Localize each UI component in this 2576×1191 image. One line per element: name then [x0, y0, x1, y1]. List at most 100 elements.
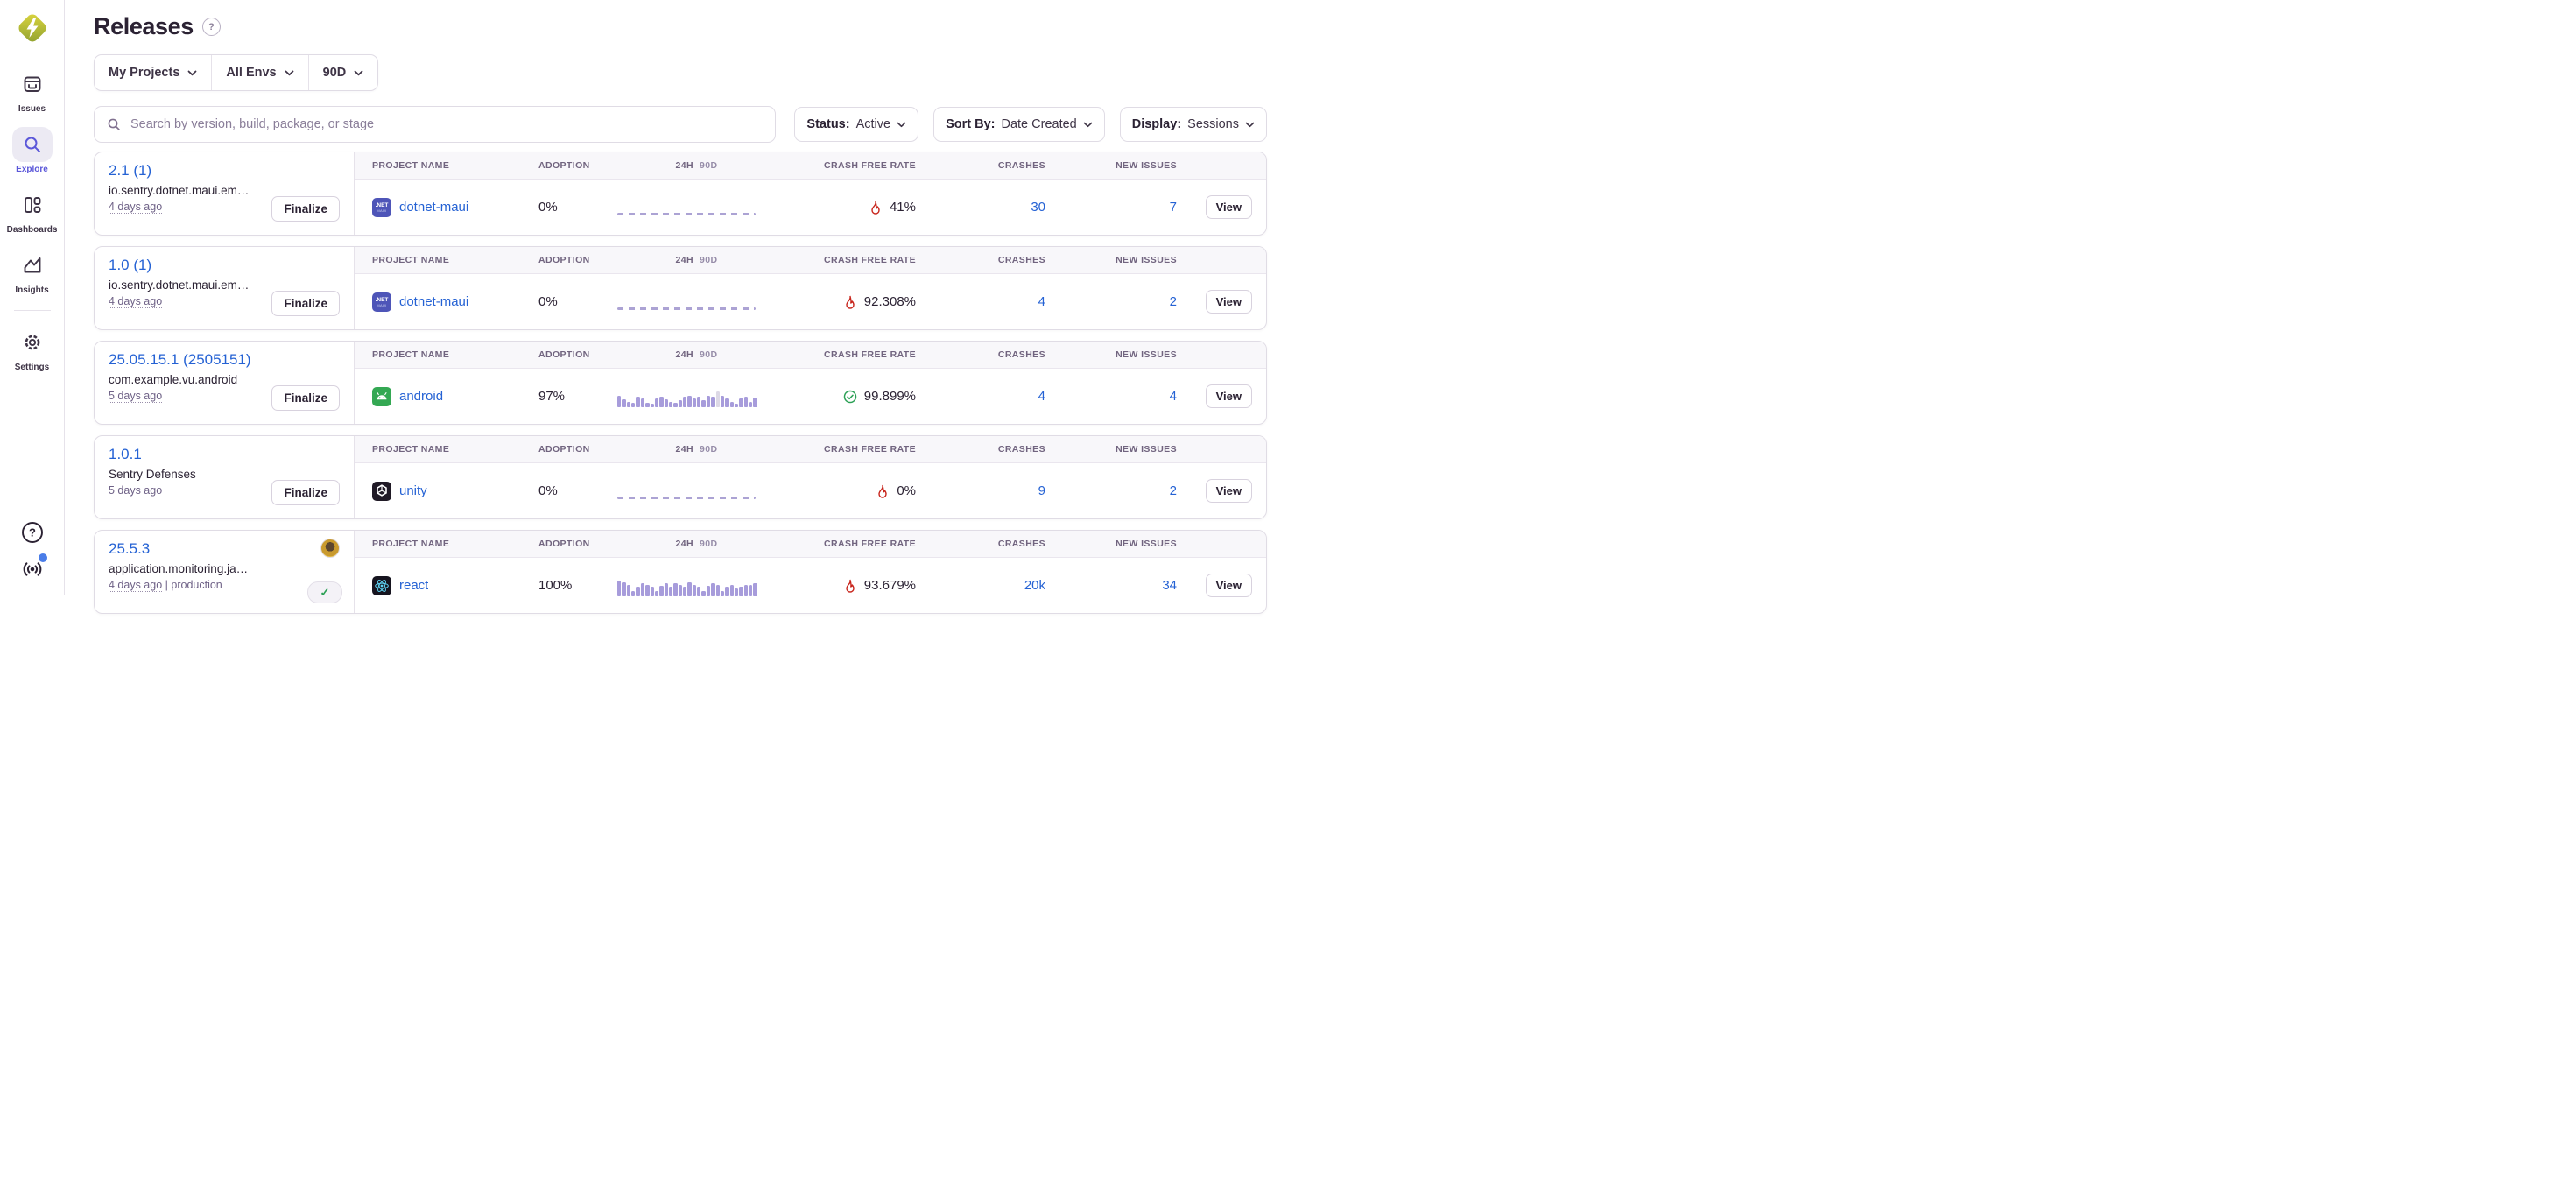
toggle-90d[interactable]: 90D: [700, 160, 717, 171]
release-version-link[interactable]: 2.1 (1): [109, 162, 340, 180]
whats-new-button[interactable]: [21, 558, 44, 585]
release-version-link[interactable]: 1.0.1: [109, 446, 340, 463]
toggle-90d[interactable]: 90D: [700, 349, 717, 360]
view-button[interactable]: View: [1206, 479, 1252, 503]
finalize-button[interactable]: Finalize: [271, 291, 340, 316]
releases-help-icon[interactable]: ?: [202, 18, 221, 36]
project-link[interactable]: android: [399, 389, 443, 404]
col-crashes: CRASHES: [916, 444, 1045, 455]
toggle-24h[interactable]: 24H: [676, 160, 693, 171]
table-header: PROJECT NAME ADOPTION 24H90D CRASH FREE …: [355, 436, 1266, 463]
sessions-chart[interactable]: [617, 481, 757, 502]
col-new-issues: NEW ISSUES: [1045, 160, 1177, 171]
adoption-value: 0%: [538, 200, 558, 215]
col-adoption: ADOPTION: [538, 539, 607, 549]
release-info: 1.0.1 Sentry Defenses 5 days ago Finaliz…: [95, 436, 355, 518]
issues-inbox-icon: [22, 74, 43, 95]
date-range-filter-dropdown[interactable]: 90D: [308, 55, 378, 90]
sessions-chart[interactable]: [617, 292, 757, 313]
sidebar-item-explore[interactable]: Explore: [0, 127, 64, 174]
help-icon[interactable]: ?: [21, 521, 44, 544]
projects-filter-dropdown[interactable]: My Projects: [95, 55, 211, 90]
new-issues-link[interactable]: 7: [1170, 200, 1177, 215]
sidebar-divider: [14, 310, 51, 311]
crash-free-rate-value: 93.679%: [864, 578, 916, 593]
release-card: 2.1 (1) io.sentry.dotnet.maui.em… 4 days…: [94, 152, 1267, 236]
new-issues-link[interactable]: 2: [1170, 483, 1177, 498]
insights-chart-icon: [22, 255, 43, 276]
release-version-link[interactable]: 25.05.15.1 (2505151): [109, 351, 340, 369]
release-version-link[interactable]: 1.0 (1): [109, 257, 340, 274]
page-filter-bar: My Projects All Envs 90D: [94, 54, 378, 91]
finalize-button[interactable]: Finalize: [271, 196, 340, 222]
new-issues-link[interactable]: 2: [1170, 294, 1177, 309]
chevron-down-icon: [187, 70, 197, 76]
android-icon: [372, 387, 391, 406]
crashes-link[interactable]: 30: [1031, 200, 1045, 215]
new-issues-link[interactable]: 4: [1170, 389, 1177, 404]
environments-filter-dropdown[interactable]: All Envs: [211, 55, 307, 90]
sidebar-item-issues[interactable]: Issues: [0, 67, 64, 114]
view-button[interactable]: View: [1206, 384, 1252, 408]
crashes-link[interactable]: 4: [1038, 294, 1045, 309]
adoption-value: 97%: [538, 389, 565, 404]
sidebar-nav: Issues Explore Dashboards Insights Sett: [0, 67, 64, 385]
col-adoption: ADOPTION: [538, 444, 607, 455]
chevron-down-icon: [1083, 122, 1093, 128]
sidebar-item-dashboards[interactable]: Dashboards: [0, 187, 64, 235]
fire-icon: [876, 484, 890, 498]
view-button[interactable]: View: [1206, 574, 1252, 597]
project-link[interactable]: react: [399, 578, 428, 593]
toggle-24h[interactable]: 24H: [676, 444, 693, 455]
sidebar-footer: ?: [21, 521, 44, 596]
sessions-chart[interactable]: [617, 575, 757, 596]
check-icon: ✓: [320, 586, 330, 600]
project-link[interactable]: dotnet-maui: [399, 200, 468, 215]
release-version-link[interactable]: 25.5.3: [109, 540, 340, 558]
sidebar-item-insights[interactable]: Insights: [0, 248, 64, 295]
notification-dot: [39, 553, 47, 562]
col-crashes: CRASHES: [916, 349, 1045, 360]
table-header: PROJECT NAME ADOPTION 24H90D CRASH FREE …: [355, 152, 1266, 180]
toggle-24h[interactable]: 24H: [676, 255, 693, 265]
status-filter-dropdown[interactable]: Status: Active: [794, 107, 918, 142]
new-issues-link[interactable]: 34: [1162, 578, 1177, 593]
crashes-link[interactable]: 9: [1038, 483, 1045, 498]
finalized-check-toggle[interactable]: ✓: [307, 581, 342, 603]
project-link[interactable]: dotnet-maui: [399, 294, 468, 309]
col-adoption: ADOPTION: [538, 160, 607, 171]
release-package: com.example.vu.android: [109, 373, 279, 386]
search-input[interactable]: [129, 116, 763, 132]
toggle-90d[interactable]: 90D: [700, 444, 717, 455]
chevron-down-icon: [285, 70, 294, 76]
sessions-chart[interactable]: [617, 197, 757, 218]
avatar[interactable]: [320, 539, 340, 558]
col-project-name: PROJECT NAME: [372, 539, 538, 549]
finalize-button[interactable]: Finalize: [271, 480, 340, 505]
release-package: Sentry Defenses: [109, 468, 279, 481]
react-icon: [372, 576, 391, 596]
sentry-logo[interactable]: [15, 11, 50, 46]
col-chart-toggle: 24H 90D: [607, 255, 786, 265]
view-button[interactable]: View: [1206, 195, 1252, 219]
display-dropdown[interactable]: Display: Sessions: [1120, 107, 1267, 142]
adoption-value: 0%: [538, 483, 558, 498]
search-box[interactable]: [94, 106, 776, 143]
toggle-90d[interactable]: 90D: [700, 255, 717, 265]
view-button[interactable]: View: [1206, 290, 1252, 314]
crash-free-rate-value: 41%: [890, 200, 916, 215]
sessions-chart[interactable]: [617, 386, 757, 407]
sort-by-dropdown[interactable]: Sort By: Date Created: [933, 107, 1105, 142]
crash-free-rate-value: 92.308%: [864, 294, 916, 309]
toggle-24h[interactable]: 24H: [676, 349, 693, 360]
toggle-24h[interactable]: 24H: [676, 539, 693, 549]
crash-free-rate-value: 99.899%: [864, 389, 916, 404]
finalize-button[interactable]: Finalize: [271, 385, 340, 411]
toggle-90d[interactable]: 90D: [700, 539, 717, 549]
crashes-link[interactable]: 4: [1038, 389, 1045, 404]
project-link[interactable]: unity: [399, 483, 427, 498]
sort-by-value: Date Created: [1001, 117, 1076, 131]
crashes-link[interactable]: 20k: [1024, 578, 1045, 593]
sidebar-item-settings[interactable]: Settings: [0, 325, 64, 372]
col-crashes: CRASHES: [916, 160, 1045, 171]
